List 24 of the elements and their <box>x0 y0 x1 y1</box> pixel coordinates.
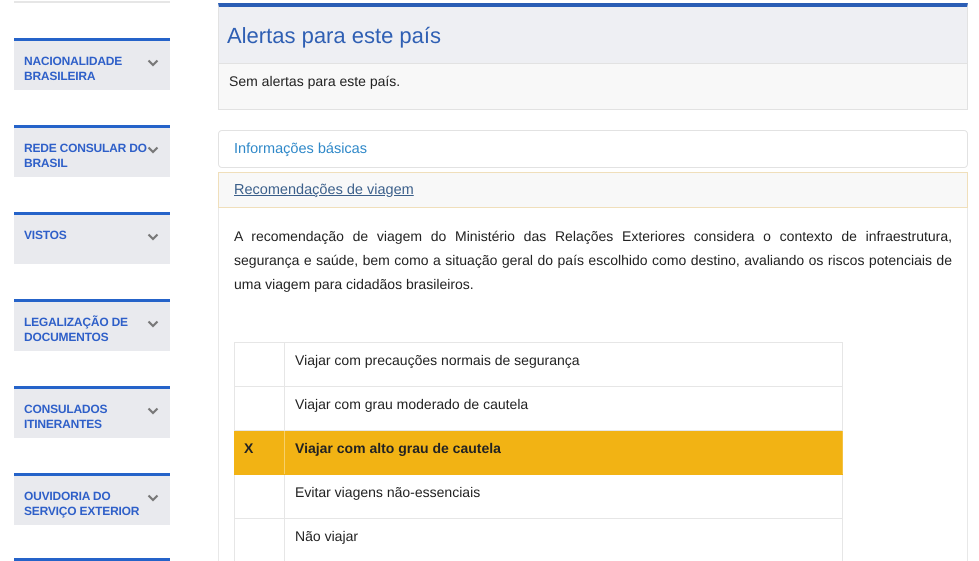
marker-cell <box>234 342 284 386</box>
chevron-down-icon <box>147 59 159 67</box>
sidebar-menu-item[interactable]: CONSULADOS ITINERANTES <box>14 386 170 438</box>
chevron-down-icon <box>147 233 159 241</box>
sidebar-menu-item[interactable]: VISTOS <box>14 212 170 264</box>
recommendation-text: A recomendação de viagem do Ministério das Relações Exteriores considera o contexto de infraestrutura, segurança e saúde, bem como a situação geral do país escolhido como destino, avaliando os riscos potenciais de uma viagem para cidadãos brasileiros. <box>234 227 952 294</box>
sidebar-menu-item[interactable]: REDE CONSULAR DO BRASIL <box>14 125 170 177</box>
level-cell: Viajar com precauções normais de segurança <box>284 342 842 386</box>
sidebar-menu-item[interactable]: NACIONALIDADE BRASILEIRA <box>14 38 170 90</box>
level-cell: Viajar com alto grau de cautela <box>284 430 842 474</box>
accordion-header[interactable]: Recomendações de viagem <box>218 172 968 208</box>
chevron-down-icon <box>147 494 159 502</box>
marker-cell: X <box>234 430 284 474</box>
level-cell: Evitar viagens não-essenciais <box>284 474 842 518</box>
chevron-down-icon <box>147 146 159 154</box>
marker-cell <box>234 518 284 561</box>
chevron-down-icon <box>147 320 159 328</box>
marker-cell <box>234 474 284 518</box>
accordion-header[interactable]: Informações básicas <box>218 130 968 168</box>
alerts-title: Alertas para este país <box>227 22 442 49</box>
sidebar-menu-item[interactable]: LEGALIZAÇÃO DE DOCUMENTOS <box>14 299 170 351</box>
chevron-down-icon <box>147 407 159 415</box>
sidebar-menu-item[interactable]: OUVIDORIA DO SERVIÇO EXTERIOR <box>14 473 170 525</box>
alerts-message: Sem alertas para este país. <box>218 63 968 110</box>
